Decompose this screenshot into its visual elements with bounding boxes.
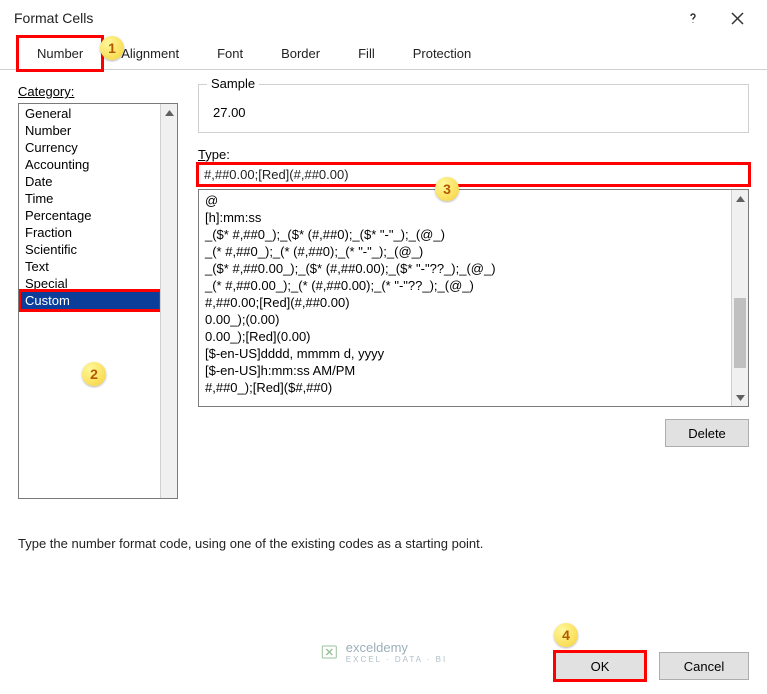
category-item-fraction[interactable]: Fraction: [21, 224, 159, 241]
format-code-item[interactable]: _($* #,##0.00_);_($* (#,##0.00);_($* "-"…: [203, 260, 728, 277]
tab-number[interactable]: Number: [18, 37, 102, 70]
ok-button[interactable]: OK: [555, 652, 645, 680]
titlebar: Format Cells: [0, 0, 767, 36]
category-item-custom[interactable]: Custom: [21, 292, 159, 309]
category-item-scientific[interactable]: Scientific: [21, 241, 159, 258]
watermark-icon: [320, 642, 340, 662]
dialog-footer: OK Cancel: [555, 652, 749, 680]
tab-fill[interactable]: Fill: [339, 37, 394, 70]
scroll-down-icon[interactable]: [732, 389, 748, 406]
format-code-item[interactable]: #,##0_);[Red]($#,##0): [203, 379, 728, 396]
format-code-item[interactable]: _(* #,##0.00_);_(* (#,##0.00);_(* "-"??_…: [203, 277, 728, 294]
cancel-button[interactable]: Cancel: [659, 652, 749, 680]
format-code-listbox[interactable]: @[h]:mm:ss_($* #,##0_);_($* (#,##0);_($*…: [198, 189, 749, 407]
format-code-item[interactable]: [h]:mm:ss: [203, 209, 728, 226]
close-button[interactable]: [715, 3, 759, 33]
scroll-up-icon[interactable]: [161, 104, 177, 121]
format-code-item[interactable]: _($* #,##0_);_($* (#,##0);_($* "-"_);_(@…: [203, 226, 728, 243]
help-button[interactable]: [671, 3, 715, 33]
delete-button[interactable]: Delete: [665, 419, 749, 447]
tab-protection[interactable]: Protection: [394, 37, 491, 70]
tab-border[interactable]: Border: [262, 37, 339, 70]
sample-label: Sample: [207, 76, 259, 91]
sample-value: 27.00: [211, 103, 736, 122]
category-item-number[interactable]: Number: [21, 122, 159, 139]
callout-1: 1: [100, 36, 124, 60]
category-item-accounting[interactable]: Accounting: [21, 156, 159, 173]
tab-panel-number: Category: GeneralNumberCurrencyAccountin…: [0, 70, 767, 570]
format-code-item[interactable]: @: [203, 192, 728, 209]
category-item-general[interactable]: General: [21, 105, 159, 122]
category-item-date[interactable]: Date: [21, 173, 159, 190]
callout-2: 2: [82, 362, 106, 386]
callout-4: 4: [554, 623, 578, 647]
category-label: Category:: [18, 84, 178, 99]
category-item-text[interactable]: Text: [21, 258, 159, 275]
tab-font[interactable]: Font: [198, 37, 262, 70]
scroll-thumb[interactable]: [734, 298, 746, 368]
settings-column: Sample 27.00 Type: #,##0.00;[Red](#,##0.…: [198, 84, 749, 556]
format-code-item[interactable]: #,##0.00;[Red](#,##0.00): [203, 294, 728, 311]
category-item-special[interactable]: Special: [21, 275, 159, 292]
category-listbox[interactable]: GeneralNumberCurrencyAccountingDateTimeP…: [18, 103, 178, 499]
watermark: exceldemy EXCEL · DATA · BI: [320, 640, 447, 664]
type-input-text: #,##0.00;[Red](#,##0.00): [204, 167, 349, 182]
type-input[interactable]: #,##0.00;[Red](#,##0.00): [198, 164, 749, 185]
scrollbar[interactable]: [731, 190, 748, 406]
category-column: Category: GeneralNumberCurrencyAccountin…: [18, 84, 178, 556]
type-label: Type:: [198, 147, 749, 162]
format-code-item[interactable]: [$-en-US]dddd, mmmm d, yyyy: [203, 345, 728, 362]
format-code-item[interactable]: [$-en-US]h:mm:ss AM/PM: [203, 362, 728, 379]
format-code-item[interactable]: 0.00_);[Red](0.00): [203, 328, 728, 345]
hint-text: Type the number format code, using one o…: [18, 536, 483, 551]
category-item-currency[interactable]: Currency: [21, 139, 159, 156]
scroll-up-icon[interactable]: [732, 190, 748, 207]
window-title: Format Cells: [14, 10, 671, 26]
category-item-time[interactable]: Time: [21, 190, 159, 207]
format-code-item[interactable]: 0.00_);(0.00): [203, 311, 728, 328]
watermark-brand: exceldemy: [346, 640, 408, 655]
category-item-percentage[interactable]: Percentage: [21, 207, 159, 224]
watermark-sub: EXCEL · DATA · BI: [346, 655, 447, 664]
callout-3: 3: [435, 177, 459, 201]
scrollbar[interactable]: [160, 104, 177, 498]
format-code-item[interactable]: _(* #,##0_);_(* (#,##0);_(* "-"_);_(@_): [203, 243, 728, 260]
sample-group: Sample 27.00: [198, 84, 749, 133]
